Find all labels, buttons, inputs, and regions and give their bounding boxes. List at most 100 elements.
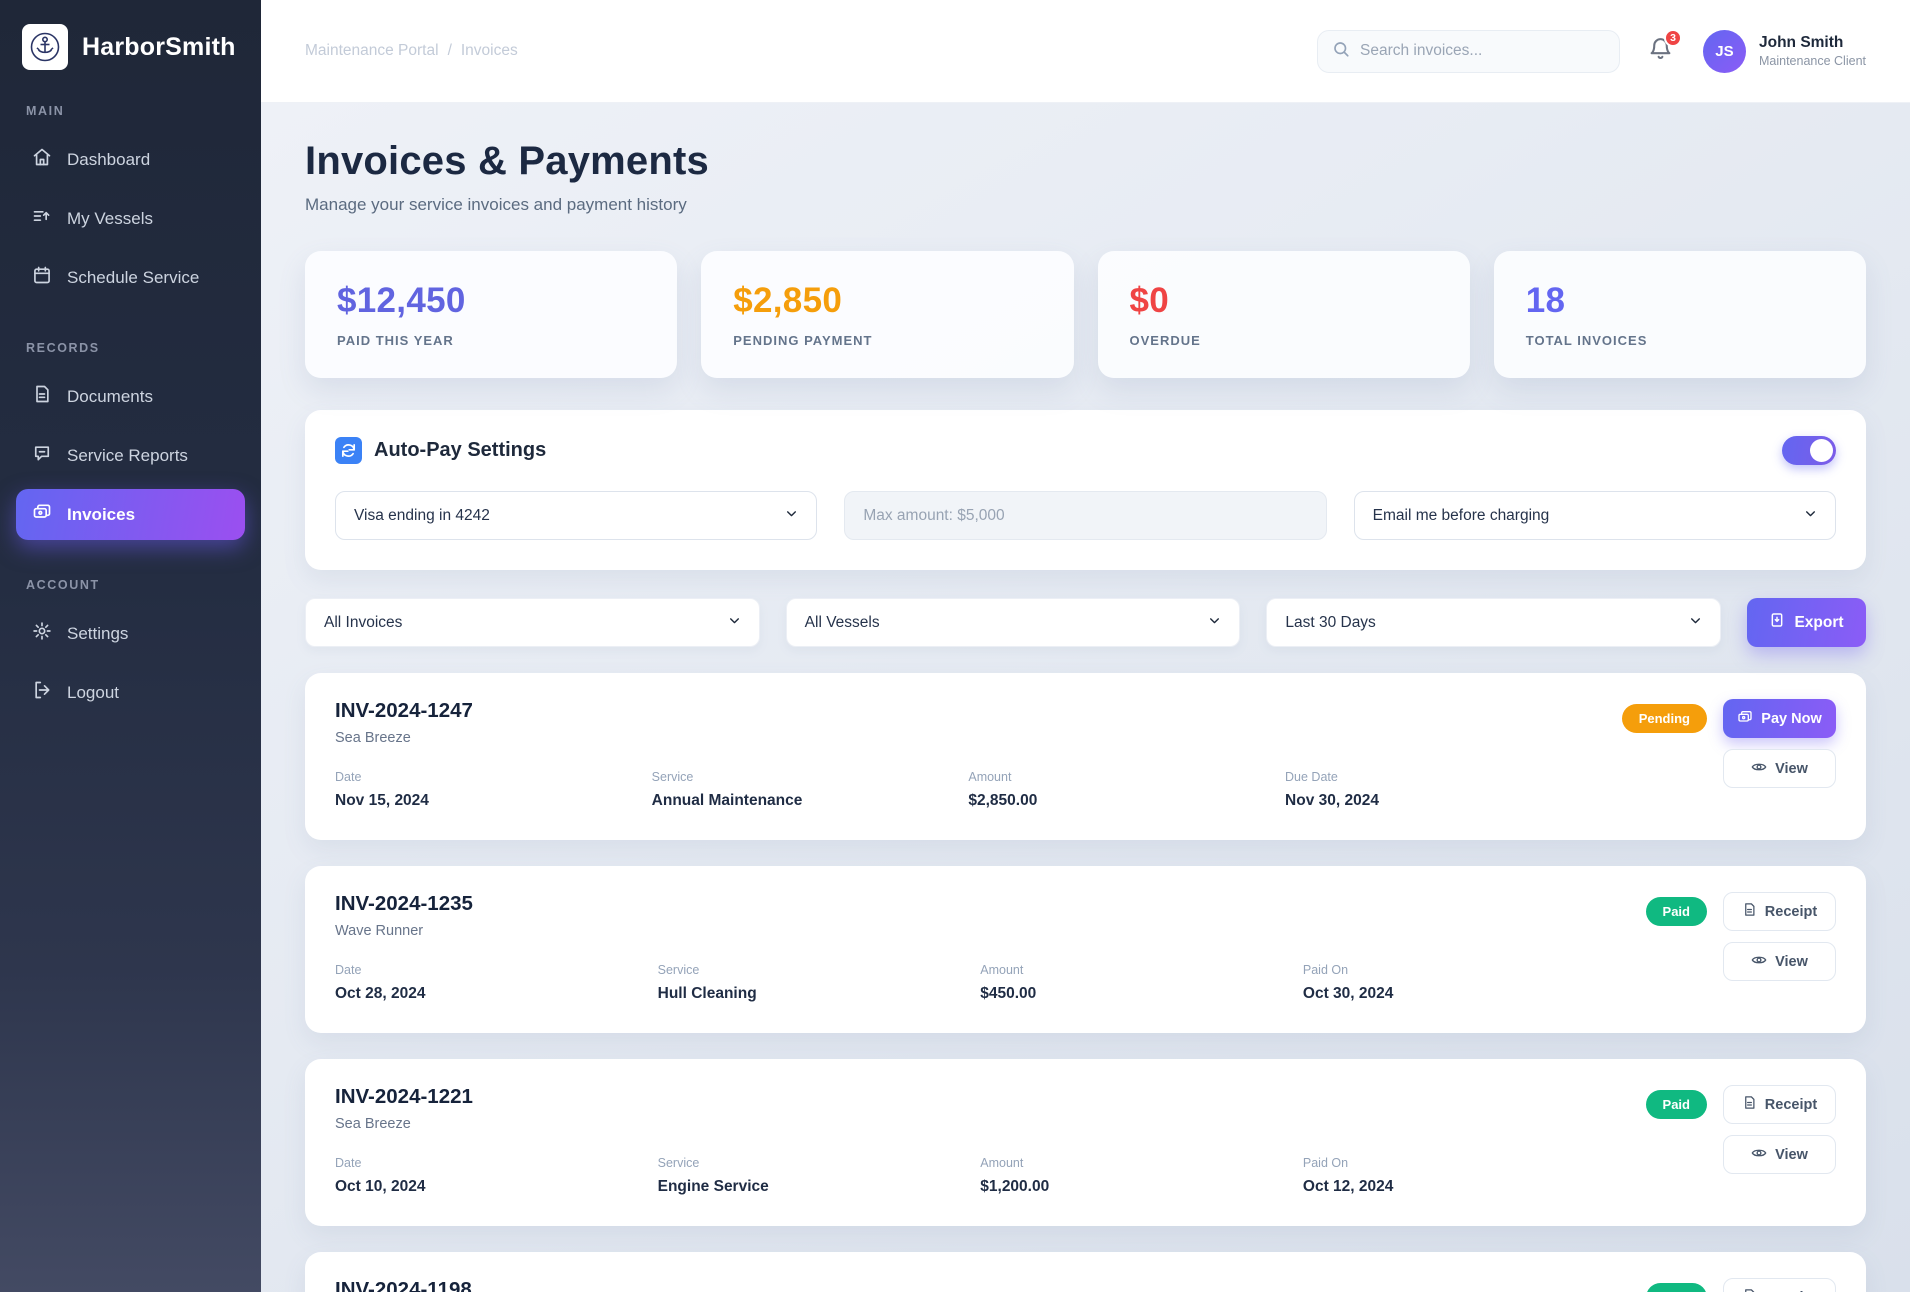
user-menu[interactable]: JS John Smith Maintenance Client bbox=[1703, 30, 1866, 73]
breadcrumb-parent[interactable]: Maintenance Portal bbox=[305, 42, 439, 60]
detail-value: Nov 30, 2024 bbox=[1285, 792, 1602, 810]
payment-method-select[interactable]: Visa ending in 4242 bbox=[335, 491, 817, 540]
vessels-icon bbox=[32, 206, 52, 231]
detail-label: Due Date bbox=[1285, 770, 1602, 784]
search-input[interactable] bbox=[1360, 42, 1605, 60]
notifications-button[interactable]: 3 bbox=[1648, 36, 1673, 66]
view-button[interactable]: View bbox=[1723, 942, 1836, 981]
sidebar-item-documents[interactable]: Documents bbox=[16, 371, 245, 422]
stat-value: $0 bbox=[1130, 281, 1438, 321]
detail-value: Hull Cleaning bbox=[658, 985, 981, 1003]
report-icon bbox=[32, 443, 52, 468]
detail-value: Engine Service bbox=[658, 1178, 981, 1196]
logout-icon bbox=[32, 680, 52, 705]
receipt-label: Receipt bbox=[1765, 1097, 1817, 1113]
max-amount-field[interactable] bbox=[844, 491, 1326, 540]
search-box[interactable] bbox=[1317, 30, 1620, 73]
receipt-button[interactable]: Receipt bbox=[1723, 1085, 1836, 1124]
logo: HarborSmith bbox=[0, 24, 261, 70]
sidebar-item-label: Invoices bbox=[67, 505, 135, 525]
chevron-down-icon bbox=[1208, 614, 1221, 632]
export-button[interactable]: Export bbox=[1747, 598, 1866, 647]
invoice-id: INV-2024-1235 bbox=[335, 892, 1626, 916]
calendar-icon bbox=[32, 265, 52, 290]
receipt-button[interactable]: Receipt bbox=[1723, 892, 1836, 931]
stat-label: PAID THIS YEAR bbox=[337, 333, 645, 348]
autopay-panel: Auto-Pay Settings Visa ending in 4242 Em… bbox=[305, 410, 1866, 570]
page-title: Invoices & Payments bbox=[305, 139, 1866, 184]
sidebar-item-label: Logout bbox=[67, 683, 119, 703]
detail-value: Oct 30, 2024 bbox=[1303, 985, 1626, 1003]
invoice-id: INV-2024-1247 bbox=[335, 699, 1602, 723]
stats-row: $12,450 PAID THIS YEAR $2,850 PENDING PA… bbox=[305, 251, 1866, 378]
detail-label: Paid On bbox=[1303, 1156, 1626, 1170]
notify-option-select[interactable]: Email me before charging bbox=[1354, 491, 1836, 540]
eye-icon bbox=[1751, 1145, 1767, 1165]
invoice-id: INV-2024-1221 bbox=[335, 1085, 1626, 1109]
nav-section-records: RECORDS bbox=[26, 341, 235, 355]
status-badge: Paid bbox=[1646, 1283, 1707, 1292]
sidebar-item-logout[interactable]: Logout bbox=[16, 667, 245, 718]
chevron-down-icon bbox=[1804, 507, 1817, 525]
user-role: Maintenance Client bbox=[1759, 54, 1866, 68]
export-icon bbox=[1769, 612, 1785, 633]
detail-label: Service bbox=[652, 770, 969, 784]
date-range-value: Last 30 Days bbox=[1285, 614, 1375, 632]
sidebar-item-settings[interactable]: Settings bbox=[16, 608, 245, 659]
status-badge: Pending bbox=[1622, 704, 1707, 733]
view-button[interactable]: View bbox=[1723, 1135, 1836, 1174]
sidebar-item-dashboard[interactable]: Dashboard bbox=[16, 134, 245, 185]
status-badge: Paid bbox=[1646, 897, 1707, 926]
chevron-down-icon bbox=[1689, 614, 1702, 632]
date-range-select[interactable]: Last 30 Days bbox=[1266, 598, 1721, 647]
detail-label: Paid On bbox=[1303, 963, 1626, 977]
stat-card-paid-this-year: $12,450 PAID THIS YEAR bbox=[305, 251, 677, 378]
stat-label: TOTAL INVOICES bbox=[1526, 333, 1834, 348]
detail-label: Date bbox=[335, 963, 658, 977]
detail-label: Service bbox=[658, 1156, 981, 1170]
payment-method-value: Visa ending in 4242 bbox=[354, 507, 490, 525]
document-icon bbox=[32, 384, 52, 409]
notification-count-badge: 3 bbox=[1664, 29, 1682, 47]
stat-card-pending-payment: $2,850 PENDING PAYMENT bbox=[701, 251, 1073, 378]
invoice-row: INV-2024-1198 Ocean Spirit DateSep 15, 2… bbox=[305, 1252, 1866, 1292]
view-label: View bbox=[1775, 761, 1808, 777]
detail-value: $1,200.00 bbox=[980, 1178, 1303, 1196]
eye-icon bbox=[1751, 759, 1767, 779]
sidebar-item-label: Settings bbox=[67, 624, 128, 644]
stat-card-total-invoices: 18 TOTAL INVOICES bbox=[1494, 251, 1866, 378]
detail-label: Date bbox=[335, 1156, 658, 1170]
pay-now-label: Pay Now bbox=[1761, 711, 1821, 727]
autopay-toggle[interactable] bbox=[1782, 436, 1836, 465]
detail-label: Amount bbox=[980, 1156, 1303, 1170]
detail-label: Date bbox=[335, 770, 652, 784]
status-badge: Paid bbox=[1646, 1090, 1707, 1119]
stat-value: $12,450 bbox=[337, 281, 645, 321]
sidebar-item-my-vessels[interactable]: My Vessels bbox=[16, 193, 245, 244]
receipt-button[interactable]: Receipt bbox=[1723, 1278, 1836, 1292]
content-area: Invoices & Payments Manage your service … bbox=[261, 103, 1910, 1292]
vessel-filter-select[interactable]: All Vessels bbox=[786, 598, 1241, 647]
invoice-filter-value: All Invoices bbox=[324, 614, 402, 632]
sidebar-item-schedule-service[interactable]: Schedule Service bbox=[16, 252, 245, 303]
chevron-down-icon bbox=[785, 507, 798, 525]
detail-label: Amount bbox=[980, 963, 1303, 977]
receipt-label: Receipt bbox=[1765, 904, 1817, 920]
invoice-id: INV-2024-1198 bbox=[335, 1278, 1626, 1292]
invoice-filter-select[interactable]: All Invoices bbox=[305, 598, 760, 647]
max-amount-input[interactable] bbox=[863, 507, 1307, 525]
detail-label: Amount bbox=[968, 770, 1285, 784]
invoice-card-icon bbox=[32, 502, 52, 527]
nav-section-account: ACCOUNT bbox=[26, 578, 235, 592]
sidebar-item-invoices[interactable]: Invoices bbox=[16, 489, 245, 540]
sidebar-item-service-reports[interactable]: Service Reports bbox=[16, 430, 245, 481]
avatar: JS bbox=[1703, 30, 1746, 73]
pay-now-button[interactable]: Pay Now bbox=[1723, 699, 1836, 738]
invoice-vessel: Sea Breeze bbox=[335, 730, 1602, 746]
topbar: Maintenance Portal / Invoices 3 JS John … bbox=[261, 0, 1910, 103]
sidebar: HarborSmith MAIN Dashboard My Vessels Sc… bbox=[0, 0, 261, 1292]
view-label: View bbox=[1775, 1147, 1808, 1163]
receipt-icon bbox=[1742, 1288, 1757, 1292]
view-label: View bbox=[1775, 954, 1808, 970]
view-button[interactable]: View bbox=[1723, 749, 1836, 788]
